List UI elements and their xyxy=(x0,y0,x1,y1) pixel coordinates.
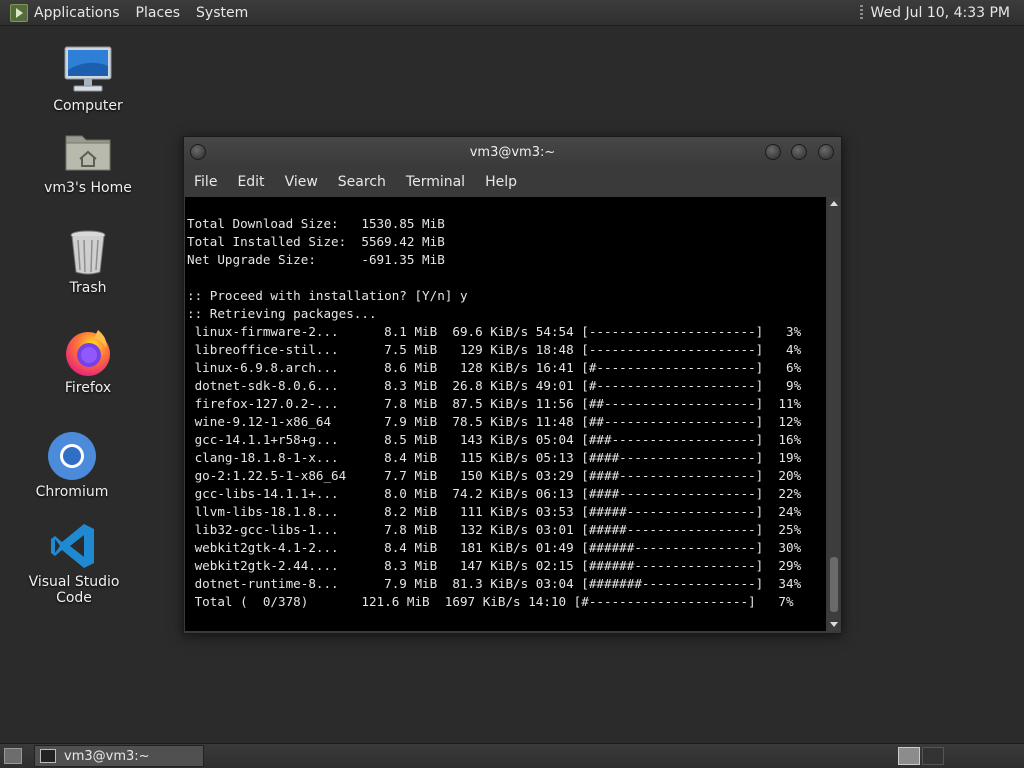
clock[interactable]: Wed Jul 10, 4:33 PM xyxy=(871,5,1010,21)
terminal-line: :: Retrieving packages... xyxy=(187,306,377,321)
minimize-button[interactable] xyxy=(765,144,781,160)
bottom-panel: vm3@vm3:~ xyxy=(0,743,1024,768)
terminal-line: Total Download Size: 1530.85 MiB xyxy=(187,216,445,231)
show-desktop-icon[interactable] xyxy=(4,748,22,764)
menu-edit[interactable]: Edit xyxy=(237,174,264,190)
taskbar-terminal-label: vm3@vm3:~ xyxy=(64,748,150,764)
desktop-icon-computer[interactable]: Computer xyxy=(23,44,153,114)
trash-icon xyxy=(62,226,114,278)
scroll-up-icon[interactable] xyxy=(830,201,838,206)
top-panel: Applications Places System Wed Jul 10, 4… xyxy=(0,0,1024,26)
applications-menu[interactable]: Applications xyxy=(34,5,120,21)
workspace-1[interactable] xyxy=(898,747,920,765)
desktop-icon-label: Trash xyxy=(69,280,107,296)
menu-terminal[interactable]: Terminal xyxy=(406,174,465,190)
desktop-icon-chromium[interactable]: Chromium xyxy=(7,430,137,500)
system-menu[interactable]: System xyxy=(196,5,248,21)
desktop-icon-label: vm3's Home xyxy=(44,180,132,196)
terminal-line: go-2:1.22.5-1-x86_64 7.7 MiB 150 KiB/s 0… xyxy=(194,468,802,483)
terminal-line: gcc-libs-14.1.1+... 8.0 MiB 74.2 KiB/s 0… xyxy=(194,486,802,501)
firefox-icon xyxy=(62,326,114,378)
terminal-icon xyxy=(40,749,56,763)
terminal-window[interactable]: vm3@vm3:~ File Edit View Search Terminal… xyxy=(183,136,842,634)
terminal-line: lib32-gcc-libs-1... 7.8 MiB 132 KiB/s 03… xyxy=(194,522,802,537)
close-button[interactable] xyxy=(818,144,834,160)
workspace-2[interactable] xyxy=(922,747,944,765)
computer-icon xyxy=(62,44,114,96)
terminal-line: wine-9.12-1-x86_64 7.9 MiB 78.5 KiB/s 11… xyxy=(194,414,802,429)
menu-file[interactable]: File xyxy=(194,174,217,190)
terminal-line: linux-6.9.8.arch... 8.6 MiB 128 KiB/s 16… xyxy=(194,360,802,375)
desktop-icon-vscode[interactable]: Visual Studio Code xyxy=(9,520,139,606)
terminal-line: gcc-14.1.1+r58+g... 8.5 MiB 143 KiB/s 05… xyxy=(194,432,802,447)
terminal-line: firefox-127.0.2-... 7.8 MiB 87.5 KiB/s 1… xyxy=(194,396,802,411)
places-menu[interactable]: Places xyxy=(136,5,181,21)
chromium-icon xyxy=(46,430,98,482)
terminal-line: Total ( 0/378) 121.6 MiB 1697 KiB/s 14:1… xyxy=(194,594,794,609)
terminal-output[interactable]: Total Download Size: 1530.85 MiB Total I… xyxy=(185,197,826,631)
terminal-menubar: File Edit View Search Terminal Help xyxy=(184,167,841,197)
terminal-line: Total Installed Size: 5569.42 MiB xyxy=(187,234,445,249)
terminal-line: clang-18.1.8-1-x... 8.4 MiB 115 KiB/s 05… xyxy=(194,450,802,465)
desktop-icon-label: Computer xyxy=(53,98,123,114)
menu-help[interactable]: Help xyxy=(485,174,517,190)
terminal-line: webkit2gtk-2.44.... 8.3 MiB 147 KiB/s 02… xyxy=(194,558,802,573)
scroll-thumb[interactable] xyxy=(830,557,838,612)
terminal-line: llvm-libs-18.1.8... 8.2 MiB 111 KiB/s 03… xyxy=(194,504,802,519)
window-title: vm3@vm3:~ xyxy=(469,144,556,160)
taskbar-terminal[interactable]: vm3@vm3:~ xyxy=(34,745,204,767)
terminal-line: dotnet-runtime-8... 7.9 MiB 81.3 KiB/s 0… xyxy=(194,576,802,591)
vscode-icon xyxy=(48,520,100,572)
home-folder-icon xyxy=(62,126,114,178)
terminal-scrollbar[interactable] xyxy=(828,197,840,631)
menu-logo-icon[interactable] xyxy=(10,3,28,22)
desktop-icon-home[interactable]: vm3's Home xyxy=(23,126,153,196)
maximize-button[interactable] xyxy=(791,144,807,160)
terminal-text: Total Download Size: 1530.85 MiB Total I… xyxy=(185,197,826,611)
terminal-line: Net Upgrade Size: -691.35 MiB xyxy=(187,252,445,267)
menu-view[interactable]: View xyxy=(285,174,318,190)
desktop-icon-label: Firefox xyxy=(64,380,112,396)
menu-search[interactable]: Search xyxy=(338,174,386,190)
terminal-line: dotnet-sdk-8.0.6... 8.3 MiB 26.8 KiB/s 4… xyxy=(194,378,802,393)
desktop-icon-trash[interactable]: Trash xyxy=(23,226,153,296)
terminal-line: linux-firmware-2... 8.1 MiB 69.6 KiB/s 5… xyxy=(194,324,802,339)
desktop-icon-label: Visual Studio Code xyxy=(28,574,120,606)
terminal-line: libreoffice-stil... 7.5 MiB 129 KiB/s 18… xyxy=(194,342,802,357)
terminal-line: webkit2gtk-4.1-2... 8.4 MiB 181 KiB/s 01… xyxy=(194,540,802,555)
desktop-icon-firefox[interactable]: Firefox xyxy=(23,326,153,396)
panel-grip-icon xyxy=(859,4,863,21)
window-titlebar[interactable]: vm3@vm3:~ xyxy=(184,137,841,167)
scroll-down-icon[interactable] xyxy=(830,622,838,627)
terminal-line: :: Proceed with installation? [Y/n] y xyxy=(187,288,468,303)
desktop-icon-label: Chromium xyxy=(35,484,109,500)
